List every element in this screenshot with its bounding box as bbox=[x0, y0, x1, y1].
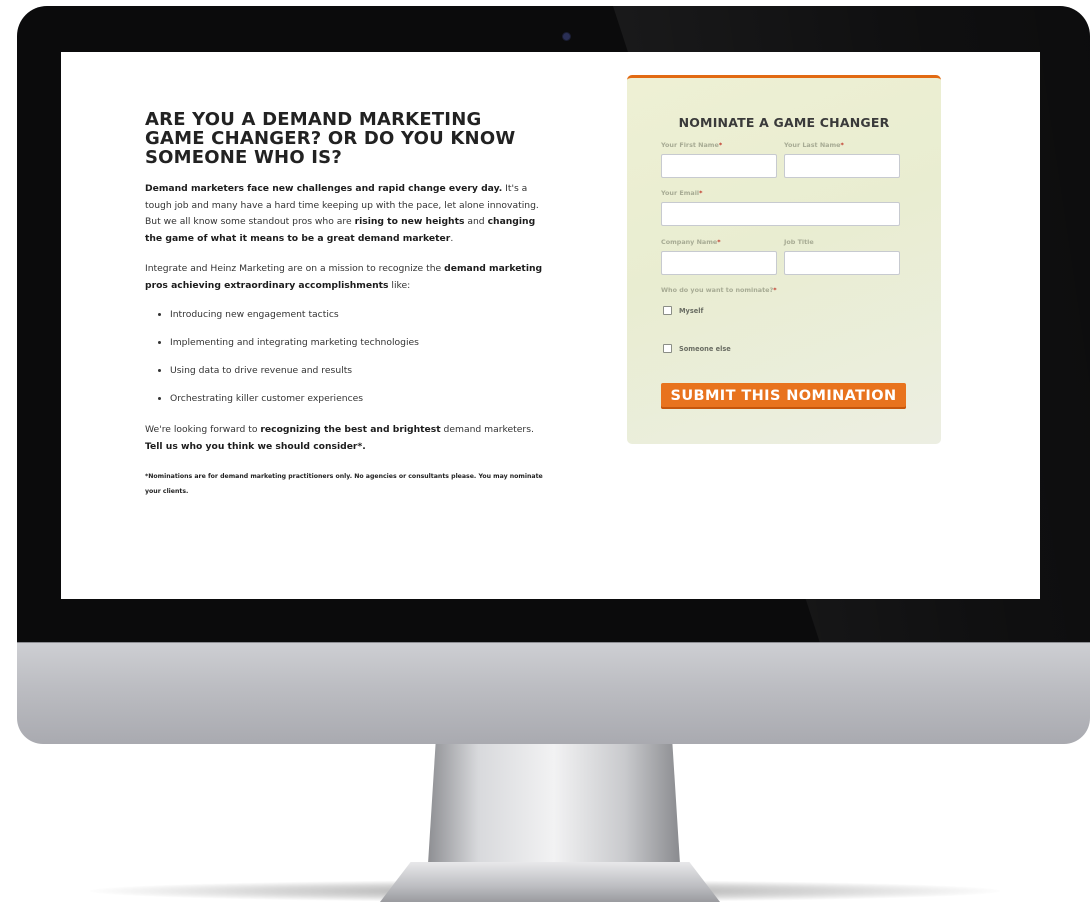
nominate-question-text: Who do you want to nominate? bbox=[661, 286, 774, 294]
mission-text-2: like: bbox=[388, 279, 411, 291]
closing-bold-2: Tell us who you think we should consider… bbox=[145, 440, 366, 452]
required-mark: * bbox=[840, 141, 844, 149]
email-label: Your Email* bbox=[661, 189, 702, 197]
list-item: Using data to drive revenue and results bbox=[170, 364, 545, 378]
submit-nomination-button[interactable]: SUBMIT THIS NOMINATION bbox=[661, 383, 906, 409]
list-item: Introducing new engagement tactics bbox=[170, 308, 545, 322]
mission-paragraph: Integrate and Heinz Marketing are on a m… bbox=[145, 261, 545, 294]
form-title: NOMINATE A GAME CHANGER bbox=[678, 115, 890, 130]
intro-text-3: . bbox=[450, 232, 454, 244]
list-item: Implementing and integrating marketing t… bbox=[170, 336, 545, 350]
monitor-stand-neck bbox=[428, 744, 680, 864]
monitor-stand-foot bbox=[380, 862, 720, 902]
screen: ARE YOU A DEMAND MARKETING GAME CHANGER?… bbox=[61, 52, 1040, 599]
nomination-form: NOMINATE A GAME CHANGER Your First Name*… bbox=[627, 75, 941, 444]
first-name-label-text: Your First Name bbox=[661, 141, 719, 149]
intro-bold-1: Demand marketers face new challenges and… bbox=[145, 183, 503, 194]
camera-icon bbox=[563, 33, 570, 40]
company-input[interactable] bbox=[661, 251, 777, 275]
list-item: Orchestrating killer customer experience… bbox=[170, 392, 545, 406]
required-mark: * bbox=[718, 141, 723, 149]
page-headline: ARE YOU A DEMAND MARKETING GAME CHANGER?… bbox=[145, 109, 516, 168]
required-mark: * bbox=[717, 238, 721, 246]
footnote: *Nominations are for demand marketing pr… bbox=[145, 473, 543, 495]
last-name-label-text: Your Last Name bbox=[784, 141, 841, 149]
closing-bold-1: recognizing the best and brightest bbox=[260, 424, 441, 435]
email-input[interactable] bbox=[661, 202, 900, 226]
someone-else-checkbox[interactable] bbox=[663, 344, 672, 353]
someone-else-label: Someone else bbox=[679, 344, 731, 353]
intro-bold-2: rising to new heights bbox=[354, 216, 465, 227]
accomplishments-list: Introducing new engagement tactics Imple… bbox=[145, 308, 545, 406]
company-label-text: Company Name bbox=[661, 238, 718, 246]
closing-paragraph: We're looking forward to recognizing the… bbox=[145, 422, 545, 455]
intro-paragraph: Demand marketers face new challenges and… bbox=[145, 181, 545, 247]
first-name-input[interactable] bbox=[661, 154, 777, 178]
option-someone-else[interactable]: Someone else bbox=[663, 344, 731, 353]
content-column: ARE YOU A DEMAND MARKETING GAME CHANGER?… bbox=[145, 110, 545, 499]
last-name-label: Your Last Name* bbox=[784, 141, 844, 149]
last-name-input[interactable] bbox=[784, 154, 900, 178]
nominate-question: Who do you want to nominate?* bbox=[661, 286, 777, 294]
intro-text-2: and bbox=[464, 216, 488, 227]
closing-text-1: We're looking forward to bbox=[145, 424, 261, 435]
mission-text-1: Integrate and Heinz Marketing are on a m… bbox=[145, 263, 445, 274]
closing-text-2: demand marketers. bbox=[440, 424, 534, 435]
option-myself[interactable]: Myself bbox=[663, 306, 703, 315]
myself-label: Myself bbox=[679, 306, 704, 315]
monitor-chin bbox=[17, 640, 1090, 744]
job-title-input[interactable] bbox=[784, 251, 900, 275]
required-mark: * bbox=[699, 189, 703, 197]
job-title-label: Job Title bbox=[784, 238, 814, 246]
myself-checkbox[interactable] bbox=[663, 306, 672, 315]
required-mark: * bbox=[773, 286, 777, 294]
first-name-label: Your First Name* bbox=[661, 141, 722, 149]
company-label: Company Name* bbox=[661, 238, 721, 246]
email-label-text: Your Email bbox=[661, 189, 700, 197]
